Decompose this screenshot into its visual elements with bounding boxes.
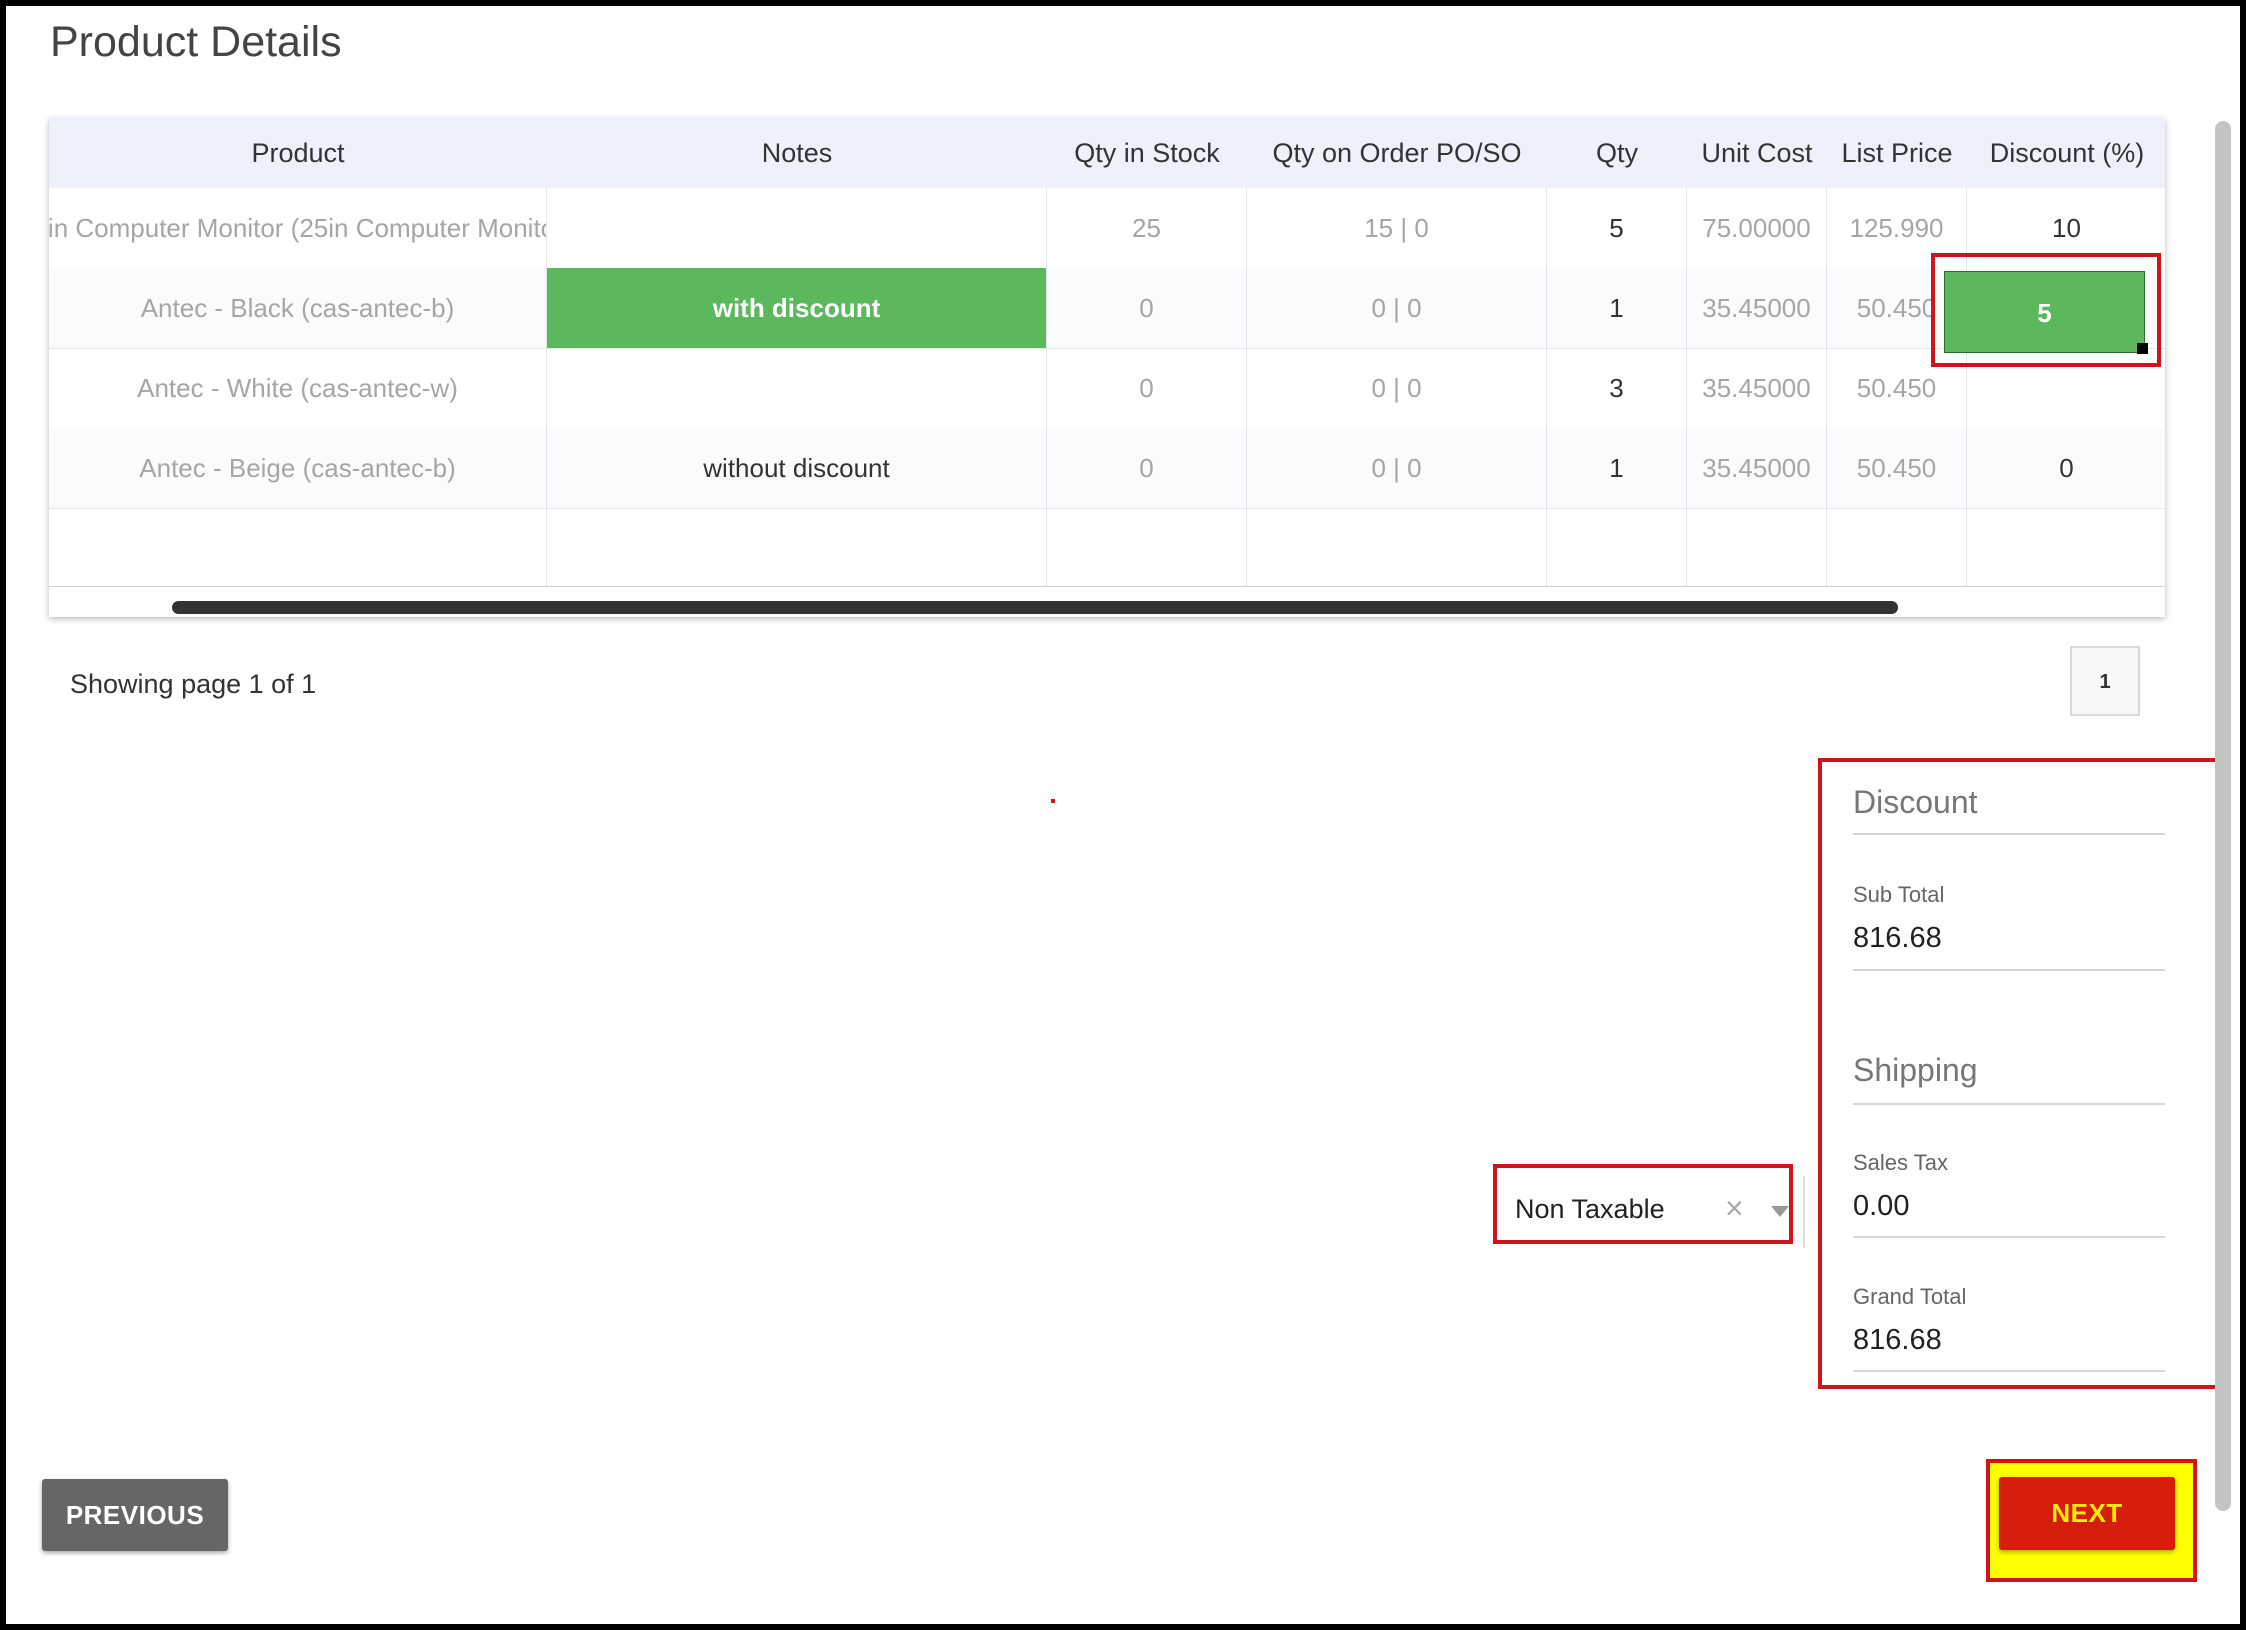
vertical-scrollbar-thumb[interactable] — [2215, 121, 2231, 1511]
cell-qty[interactable]: 1 — [1547, 268, 1687, 348]
table-row[interactable]: Antec - White (cas-antec-w) 0 0 | 0 3 35… — [49, 348, 2165, 429]
sales-tax-underline — [1853, 1236, 2165, 1238]
cell-qty-on-order: 15 | 0 — [1247, 188, 1547, 268]
empty-cell — [1687, 508, 1827, 586]
cell-notes[interactable]: without discount — [547, 428, 1047, 508]
table-row[interactable]: Antec - Black (cas-antec-b) with discoun… — [49, 268, 2165, 349]
cell-unit-cost: 35.45000 — [1687, 348, 1827, 428]
table-row-empty — [49, 508, 2165, 586]
empty-cell — [1047, 508, 1247, 586]
empty-cell — [1247, 508, 1547, 586]
cell-unit-cost: 75.00000 — [1687, 188, 1827, 268]
grand-total-underline — [1853, 1370, 2165, 1372]
cell-qty[interactable]: 5 — [1547, 188, 1687, 268]
cell-unit-cost: 35.45000 — [1687, 268, 1827, 348]
cell-qty[interactable]: 3 — [1547, 348, 1687, 428]
column-header-qty-on-order[interactable]: Qty on Order PO/SO — [1247, 118, 1547, 188]
cell-unit-cost: 35.45000 — [1687, 428, 1827, 508]
sales-tax-label: Sales Tax — [1853, 1150, 1948, 1175]
cell-qty-in-stock: 0 — [1047, 428, 1247, 508]
page-title: Product Details — [50, 18, 342, 66]
select-divider — [1803, 1176, 1805, 1248]
shipping-heading[interactable]: Shipping — [1853, 1052, 1978, 1089]
empty-cell — [1967, 508, 2165, 586]
product-details-panel: Product Details Product Notes Qty in Sto… — [6, 6, 2240, 1624]
cell-product[interactable]: Antec - White (cas-antec-w) — [49, 348, 547, 428]
pagination-status: Showing page 1 of 1 — [70, 669, 317, 699]
cell-notes[interactable]: with discount — [547, 268, 1047, 348]
page-button-1[interactable]: 1 — [2070, 646, 2140, 716]
annotation-box-discount-cell — [1931, 253, 2161, 367]
empty-cell — [547, 508, 1047, 586]
cell-qty-in-stock: 0 — [1047, 268, 1247, 348]
shipping-underline — [1853, 1103, 2165, 1105]
sales-tax-field[interactable]: 0.00 — [1853, 1190, 1909, 1223]
column-header-discount[interactable]: Discount (%) — [1967, 118, 2165, 188]
marker-dot — [1051, 799, 1055, 803]
grand-total-field[interactable]: 816.68 — [1853, 1324, 1942, 1357]
cell-qty-on-order: 0 | 0 — [1247, 428, 1547, 508]
column-header-product[interactable]: Product — [49, 118, 547, 188]
discount-underline — [1853, 833, 2165, 835]
cell-notes[interactable] — [547, 348, 1047, 428]
empty-cell — [1827, 508, 1967, 586]
empty-cell — [49, 508, 547, 586]
cell-discount[interactable]: 0 — [1967, 428, 2165, 508]
subtotal-label: Sub Total — [1853, 882, 1945, 907]
horizontal-scrollbar-thumb[interactable] — [172, 601, 1898, 614]
next-button[interactable]: NEXT — [1999, 1477, 2175, 1550]
grid-header: Product Notes Qty in Stock Qty on Order … — [49, 118, 2165, 188]
cell-qty-in-stock: 0 — [1047, 348, 1247, 428]
cell-qty[interactable]: 1 — [1547, 428, 1687, 508]
column-header-qty[interactable]: Qty — [1547, 118, 1687, 188]
cell-qty-on-order: 0 | 0 — [1247, 348, 1547, 428]
cell-qty-on-order: 0 | 0 — [1247, 268, 1547, 348]
cell-notes[interactable] — [547, 188, 1047, 268]
previous-button[interactable]: PREVIOUS — [42, 1479, 228, 1551]
annotation-box-tax-select — [1493, 1164, 1793, 1244]
product-grid: Product Notes Qty in Stock Qty on Order … — [49, 118, 2165, 617]
column-header-notes[interactable]: Notes — [547, 118, 1047, 188]
cell-product[interactable]: Antec - Black (cas-antec-b) — [49, 268, 547, 348]
cell-qty-in-stock: 25 — [1047, 188, 1247, 268]
table-row[interactable]: Antec - Beige (cas-antec-b) without disc… — [49, 428, 2165, 509]
cell-product[interactable]: Antec - Beige (cas-antec-b) — [49, 428, 547, 508]
column-header-qty-in-stock[interactable]: Qty in Stock — [1047, 118, 1247, 188]
cell-list-price: 50.450 — [1827, 428, 1967, 508]
empty-cell — [1547, 508, 1687, 586]
column-header-list-price[interactable]: List Price — [1827, 118, 1967, 188]
cell-product[interactable]: 25in Computer Monitor (25in Computer Mon… — [49, 188, 547, 268]
subtotal-field[interactable]: 816.68 — [1853, 922, 1942, 955]
grand-total-label: Grand Total — [1853, 1284, 1967, 1309]
subtotal-underline — [1853, 969, 2165, 971]
discount-heading[interactable]: Discount — [1853, 784, 1978, 821]
column-header-unit-cost[interactable]: Unit Cost — [1687, 118, 1827, 188]
table-row[interactable]: 25in Computer Monitor (25in Computer Mon… — [49, 188, 2165, 269]
